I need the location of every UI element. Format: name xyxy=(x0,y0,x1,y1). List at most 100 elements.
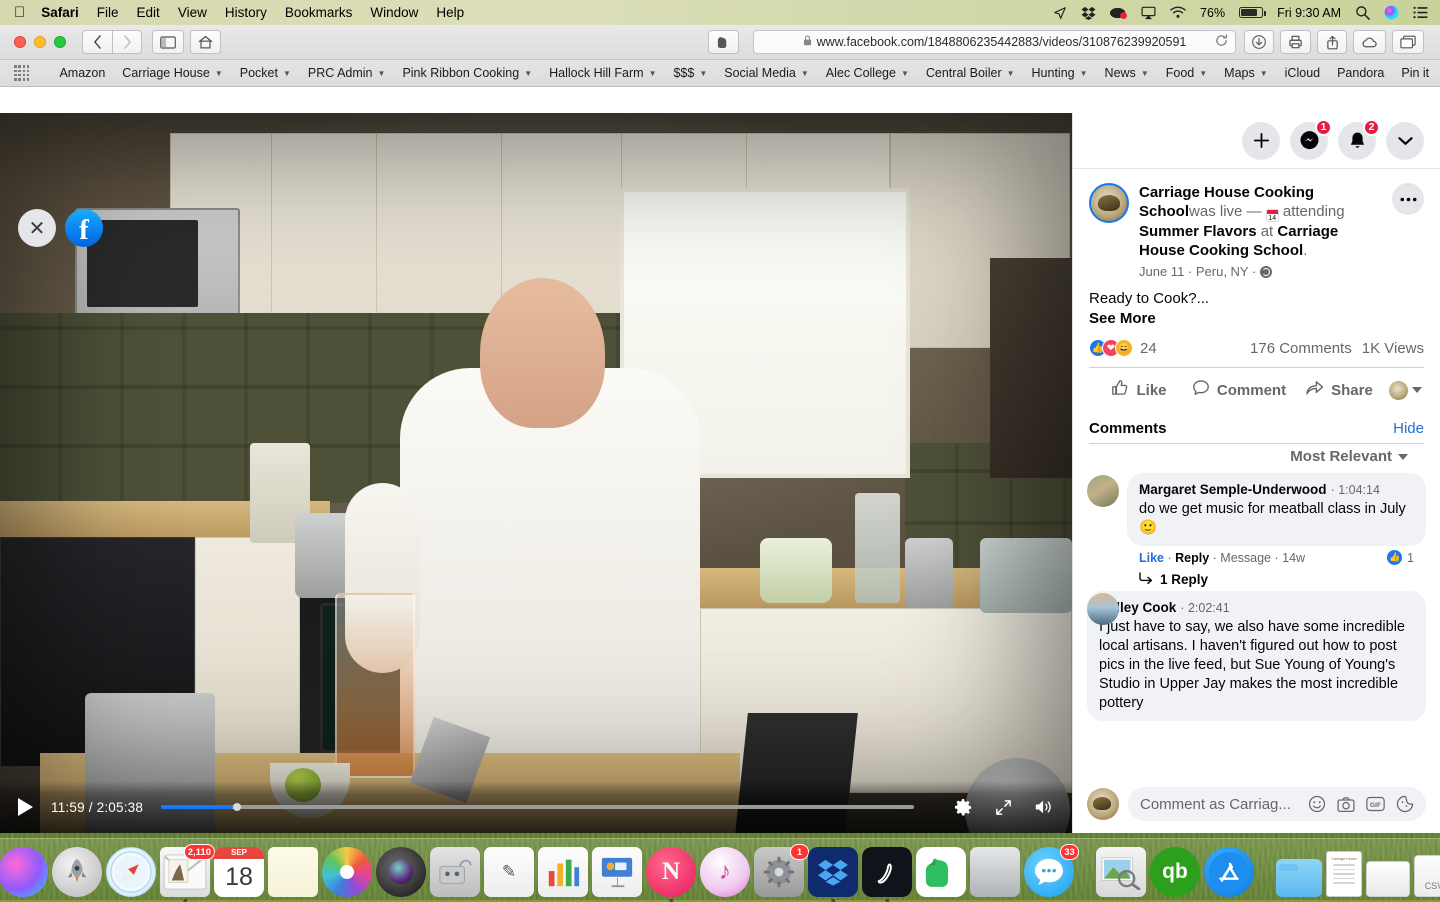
emoji-icon[interactable] xyxy=(1308,795,1326,813)
download-icon[interactable] xyxy=(1244,30,1274,54)
share-as-selector[interactable] xyxy=(1389,381,1424,400)
menu-item-file[interactable]: File xyxy=(97,5,119,20)
dock-item-numbers[interactable] xyxy=(538,847,588,897)
menu-bar-clock[interactable]: Fri 9:30 AM xyxy=(1277,6,1341,20)
dock-item-photos[interactable] xyxy=(322,847,372,897)
bookmark-news[interactable]: News▼ xyxy=(1105,66,1149,80)
apps-grid-icon[interactable] xyxy=(14,65,29,80)
menu-item-bookmarks[interactable]: Bookmarks xyxy=(285,5,353,20)
comment-input[interactable]: Comment as Carriag... GIF xyxy=(1128,787,1426,821)
gif-icon[interactable]: GIF xyxy=(1366,796,1385,812)
bookmark-central-boiler[interactable]: Central Boiler▼ xyxy=(926,66,1015,80)
comment-message-link[interactable]: Message xyxy=(1220,551,1271,565)
comment-video-time[interactable]: 1:04:14 xyxy=(1338,483,1380,497)
dock-item-safari[interactable] xyxy=(106,847,156,897)
account-menu-button[interactable] xyxy=(1386,122,1424,160)
composer-avatar[interactable] xyxy=(1087,788,1119,820)
dock-item-calendar[interactable]: SEP 18 xyxy=(214,847,264,897)
bookmark-amazon[interactable]: Amazon xyxy=(59,66,105,80)
apple-icon[interactable]:  xyxy=(14,5,25,20)
globe-icon[interactable] xyxy=(1260,266,1272,278)
dock-item-notes[interactable] xyxy=(268,847,318,897)
maximize-window-button[interactable] xyxy=(54,36,66,48)
facebook-logo-button[interactable]: f xyxy=(65,209,103,247)
create-button[interactable] xyxy=(1242,122,1280,160)
bookmark-maps[interactable]: Maps▼ xyxy=(1224,66,1268,80)
camera-icon[interactable] xyxy=(1337,796,1355,813)
bookmark-pandora[interactable]: Pandora xyxy=(1337,66,1384,80)
battery-icon[interactable] xyxy=(1239,7,1263,18)
bookmark-hunting[interactable]: Hunting▼ xyxy=(1032,66,1088,80)
video-scrubber[interactable] xyxy=(161,805,914,809)
back-button[interactable] xyxy=(82,30,112,54)
forward-button[interactable] xyxy=(112,30,142,54)
dock-item-camera[interactable] xyxy=(376,847,426,897)
video-player[interactable]: ✕ f 11:59 / 2:05:38 xyxy=(0,113,1072,833)
comment-video-time[interactable]: 2:02:41 xyxy=(1188,601,1230,615)
play-icon[interactable] xyxy=(18,798,33,816)
airplay-icon[interactable] xyxy=(1141,6,1156,20)
see-more-link[interactable]: See More xyxy=(1089,309,1424,329)
comment-reply-link[interactable]: Reply xyxy=(1175,551,1209,565)
bookmark-icloud[interactable]: iCloud xyxy=(1285,66,1320,80)
dock-item-news[interactable]: N xyxy=(646,847,696,897)
bookmark-pink-ribbon-cooking[interactable]: Pink Ribbon Cooking▼ xyxy=(402,66,532,80)
dock-item-itunes[interactable]: ♪ xyxy=(700,847,750,897)
page-avatar[interactable] xyxy=(1089,183,1129,223)
gear-icon[interactable] xyxy=(954,798,973,817)
dock-item-pages[interactable]: ✎ xyxy=(484,847,534,897)
event-name[interactable]: Summer Flavors xyxy=(1139,223,1257,240)
dropbox-icon[interactable] xyxy=(1081,6,1096,20)
evernote-icon[interactable] xyxy=(708,30,739,54)
comment-like-link[interactable]: Like xyxy=(1139,551,1164,565)
video-progress-knob[interactable] xyxy=(233,803,241,811)
home-icon[interactable] xyxy=(190,30,221,54)
dock-item-messages[interactable]: 33 xyxy=(1024,847,1074,897)
bookmark-hallock-hill-farm[interactable]: Hallock Hill Farm▼ xyxy=(549,66,656,80)
dock-item-preview[interactable] xyxy=(1096,847,1146,897)
comment-like-count-pill[interactable]: 👍 1 xyxy=(1386,549,1414,566)
cloud-icon[interactable] xyxy=(1353,30,1386,54)
bookmark-money[interactable]: $$$▼ xyxy=(673,66,707,80)
comments-sort-row[interactable]: Most Relevant xyxy=(1089,443,1424,471)
fullscreen-icon[interactable] xyxy=(995,799,1012,816)
close-window-button[interactable] xyxy=(14,36,26,48)
comment-button[interactable]: Comment xyxy=(1189,373,1289,407)
share-icon[interactable] xyxy=(1317,30,1347,54)
close-video-button[interactable]: ✕ xyxy=(18,209,56,247)
menu-item-window[interactable]: Window xyxy=(370,5,418,20)
dock-item-app-store[interactable] xyxy=(1204,847,1254,897)
reaction-icons[interactable]: 👍 ❤ 😄 xyxy=(1089,339,1133,357)
dock-item-downloads-folder[interactable] xyxy=(1276,859,1322,897)
wifi-icon[interactable] xyxy=(1170,6,1186,19)
menu-item-edit[interactable]: Edit xyxy=(137,5,160,20)
post-location[interactable]: Peru, NY xyxy=(1196,264,1249,279)
dock-item-quickbooks[interactable]: qb xyxy=(1150,847,1200,897)
dock-item-document-file[interactable]: Carriage House xyxy=(1326,851,1362,897)
messenger-button[interactable]: 1 xyxy=(1290,122,1328,160)
menu-item-safari[interactable]: Safari xyxy=(41,5,79,20)
dock-item-stove-app[interactable] xyxy=(970,847,1020,897)
dock-item-adobe-acrobat[interactable] xyxy=(862,847,912,897)
dock-item-csv-file[interactable]: CSV xyxy=(1414,855,1440,897)
record-icon[interactable] xyxy=(1110,6,1127,20)
bookmark-carriage-house[interactable]: Carriage House▼ xyxy=(122,66,222,80)
menu-item-help[interactable]: Help xyxy=(436,5,464,20)
dock-item-keynote[interactable] xyxy=(592,847,642,897)
comment-list[interactable]: Margaret Semple-Underwood · 1:04:14 do w… xyxy=(1073,471,1440,778)
siri-icon[interactable] xyxy=(1384,5,1399,20)
post-menu-button[interactable] xyxy=(1392,183,1424,215)
dock-item-system-preferences[interactable]: 1 xyxy=(754,847,804,897)
dock-item-launchpad[interactable] xyxy=(52,847,102,897)
dock-item-siri[interactable] xyxy=(0,847,48,897)
sticker-icon[interactable] xyxy=(1396,795,1414,813)
bookmark-alec-college[interactable]: Alec College▼ xyxy=(826,66,909,80)
like-button[interactable]: Like xyxy=(1089,373,1189,407)
hide-comments-link[interactable]: Hide xyxy=(1393,420,1424,437)
control-center-icon[interactable] xyxy=(1413,6,1428,19)
bookmark-social-media[interactable]: Social Media▼ xyxy=(724,66,809,80)
post-date[interactable]: June 11 xyxy=(1139,264,1184,279)
dock-item-image-capture[interactable] xyxy=(430,847,480,897)
avatar[interactable] xyxy=(1087,593,1119,625)
comments-count[interactable]: 176 Comments xyxy=(1250,340,1352,357)
